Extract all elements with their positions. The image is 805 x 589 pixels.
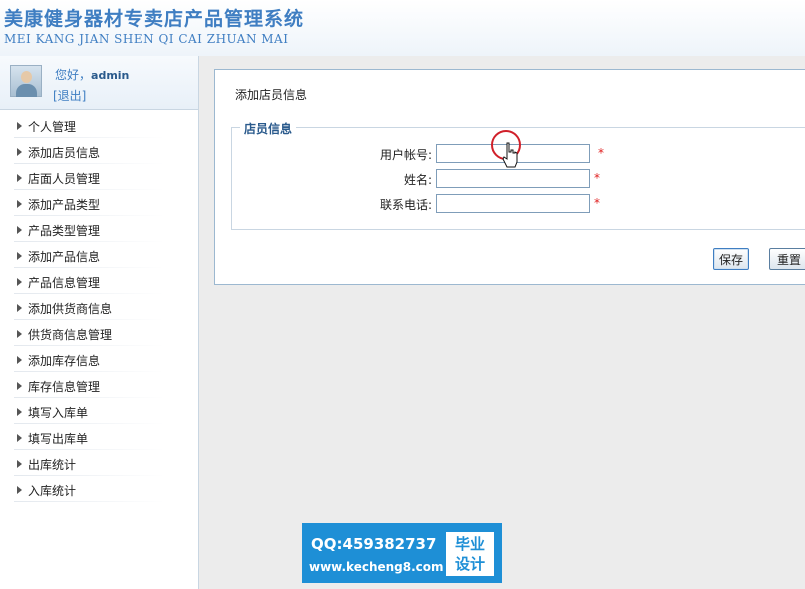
user-greeting: 您好，admin	[55, 66, 129, 83]
caret-right-icon	[17, 408, 22, 416]
avatar	[10, 65, 42, 97]
caret-right-icon	[17, 278, 22, 286]
sidebar-item-label: 出库统计	[28, 458, 77, 472]
phone-input[interactable]	[436, 194, 590, 213]
badge-line1: 毕业	[454, 535, 485, 553]
sidebar-item[interactable]: 产品信息管理	[0, 269, 198, 295]
watermark-badge: 毕业 设计	[446, 532, 494, 576]
sidebar-item-label: 个人管理	[28, 120, 77, 134]
name-label: 姓名:	[403, 173, 432, 187]
watermark-qq: QQ:459382737	[311, 535, 437, 553]
sidebar-item[interactable]: 填写入库单	[0, 399, 198, 425]
watermark-banner: QQ:459382737 www.kecheng8.com 毕业 设计	[302, 523, 502, 583]
sidebar-item[interactable]: 入库统计	[0, 477, 198, 503]
required-mark: *	[594, 196, 600, 210]
hand-pointer-icon	[502, 142, 518, 168]
sidebar-item-label: 产品类型管理	[28, 224, 101, 238]
reset-button[interactable]: 重置	[769, 248, 805, 270]
watermark-url: www.kecheng8.com	[309, 560, 444, 574]
caret-right-icon	[17, 122, 22, 130]
sidebar-item[interactable]: 供货商信息管理	[0, 321, 198, 347]
caret-right-icon	[17, 330, 22, 338]
save-button[interactable]: 保存	[713, 248, 749, 270]
caret-right-icon	[17, 382, 22, 390]
sidebar-item[interactable]: 添加供货商信息	[0, 295, 198, 321]
caret-right-icon	[17, 434, 22, 442]
caret-right-icon	[17, 460, 22, 468]
caret-right-icon	[17, 200, 22, 208]
sidebar-item-label: 入库统计	[28, 484, 77, 498]
phone-label: 联系电话:	[379, 198, 432, 212]
sidebar-item-label: 填写出库单	[28, 432, 89, 446]
sidebar-item-label: 填写入库单	[28, 406, 89, 420]
sidebar-item[interactable]: 出库统计	[0, 451, 198, 477]
sidebar-item-label: 添加产品信息	[28, 250, 101, 264]
logout-link[interactable]: [退出]	[53, 87, 86, 104]
sidebar-item-label: 店面人员管理	[28, 172, 101, 186]
sidebar-item-label: 添加库存信息	[28, 354, 101, 368]
caret-right-icon	[17, 304, 22, 312]
name-input[interactable]	[436, 169, 590, 188]
app-header: 美康健身器材专卖店产品管理系统 MEI KANG JIAN SHEN QI CA…	[0, 0, 805, 56]
app-title: 美康健身器材专卖店产品管理系统	[4, 8, 305, 30]
sidebar-item[interactable]: 库存信息管理	[0, 373, 198, 399]
fieldset-legend: 店员信息	[240, 120, 297, 137]
username: admin	[91, 69, 130, 82]
sidebar-item[interactable]: 产品类型管理	[0, 217, 198, 243]
sidebar-item[interactable]: 店面人员管理	[0, 165, 198, 191]
greeting-text: 您好，	[55, 68, 92, 82]
sidebar: 您好，admin [退出] 个人管理 添加店员信息 店面人员管理 添加产品类型 …	[0, 56, 199, 589]
caret-right-icon	[17, 486, 22, 494]
page-title: 添加店员信息	[235, 88, 308, 102]
sidebar-item-label: 库存信息管理	[28, 380, 101, 394]
required-mark: *	[598, 146, 604, 160]
sidebar-item[interactable]: 添加产品信息	[0, 243, 198, 269]
sidebar-item[interactable]: 添加产品类型	[0, 191, 198, 217]
sidebar-item-label: 产品信息管理	[28, 276, 101, 290]
sidebar-item[interactable]: 个人管理	[0, 113, 198, 139]
sidebar-item-label: 添加店员信息	[28, 146, 101, 160]
caret-right-icon	[17, 174, 22, 182]
required-mark: *	[594, 171, 600, 185]
user-box: 您好，admin [退出]	[0, 56, 198, 110]
badge-line2: 设计	[454, 555, 485, 573]
app-subtitle: MEI KANG JIAN SHEN QI CAI ZHUAN MAI	[4, 32, 289, 46]
caret-right-icon	[17, 148, 22, 156]
sidebar-item[interactable]: 填写出库单	[0, 425, 198, 451]
add-staff-panel: 添加店员信息 店员信息 用户帐号: * 姓名: * 联系电话: * 保存 重置	[214, 69, 805, 285]
form-row-name: 姓名: *	[232, 169, 805, 189]
account-label: 用户帐号:	[379, 148, 432, 162]
sidebar-item-label: 添加供货商信息	[28, 302, 113, 316]
sidebar-item-label: 添加产品类型	[28, 198, 101, 212]
caret-right-icon	[17, 356, 22, 364]
caret-right-icon	[17, 252, 22, 260]
sidebar-menu: 个人管理 添加店员信息 店面人员管理 添加产品类型 产品类型管理 添加产品信息 …	[0, 113, 198, 503]
sidebar-item[interactable]: 添加库存信息	[0, 347, 198, 373]
form-row-phone: 联系电话: *	[232, 194, 805, 214]
sidebar-item-label: 供货商信息管理	[28, 328, 113, 342]
caret-right-icon	[17, 226, 22, 234]
sidebar-item[interactable]: 添加店员信息	[0, 139, 198, 165]
